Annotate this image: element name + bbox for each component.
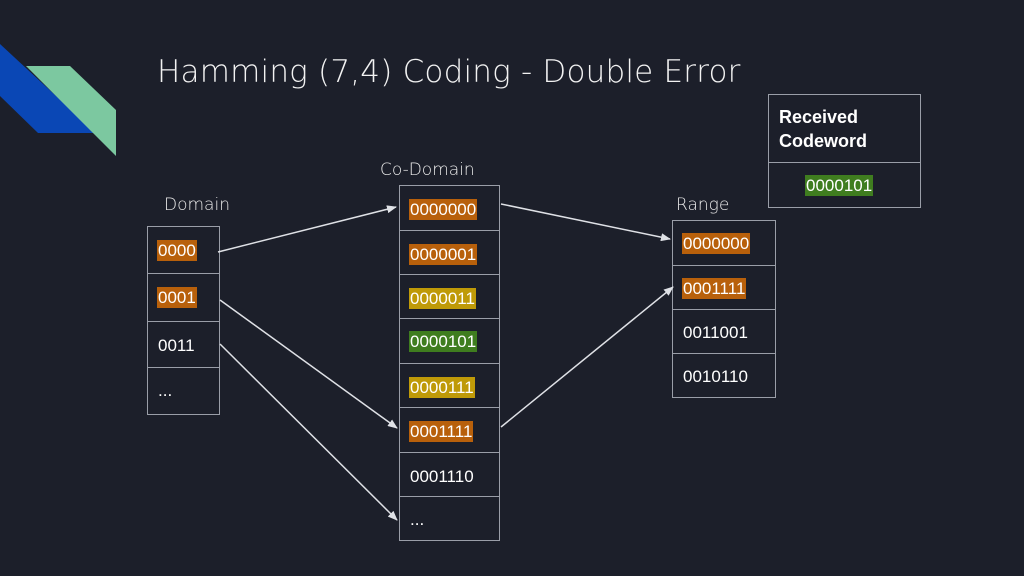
arrow-0000000-to-range-0000000 (500, 203, 671, 242)
arrow-0001-to-0001111 (219, 299, 398, 429)
arrow-0001111-to-range-0001111 (500, 286, 674, 428)
mapping-arrows (217, 203, 674, 521)
arrow-0011-to-ellipsis (219, 343, 398, 521)
arrow-0000-to-0000000 (217, 205, 397, 253)
